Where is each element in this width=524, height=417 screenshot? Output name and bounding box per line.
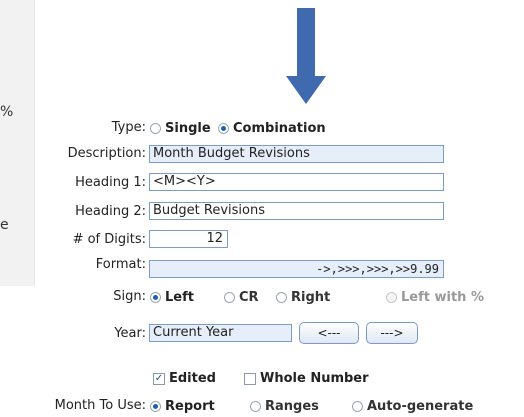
- type-label: Type:: [111, 120, 146, 135]
- description-label: Description:: [67, 146, 146, 161]
- year-label: Year:: [114, 326, 146, 341]
- month-report-label: Report: [165, 399, 215, 414]
- description-field[interactable]: Month Budget Revisions: [149, 145, 444, 163]
- heading2-input[interactable]: Budget Revisions: [149, 202, 444, 220]
- radio-selected-icon: [150, 292, 161, 303]
- edited-checkbox[interactable]: ✓ Edited: [153, 371, 216, 386]
- month-auto-generate-label: Auto-generate: [367, 399, 474, 414]
- format-field[interactable]: ->,>>>,>>>,>>9.99: [149, 260, 444, 278]
- radio-selected-icon: [150, 401, 161, 412]
- radio-icon: [352, 401, 363, 412]
- background-text-fragment: %: [0, 104, 14, 120]
- sign-cr-option[interactable]: CR: [224, 290, 259, 305]
- heading1-input[interactable]: <M><Y>: [149, 173, 444, 191]
- month-auto-generate-option[interactable]: Auto-generate: [352, 399, 473, 414]
- sign-left-with-percent-label: Left with %: [401, 290, 484, 305]
- month-report-option[interactable]: Report: [150, 399, 215, 414]
- radio-icon: [224, 292, 235, 303]
- sign-label: Sign:: [113, 289, 146, 304]
- sign-left-option[interactable]: Left: [150, 290, 194, 305]
- month-ranges-option[interactable]: Ranges: [250, 399, 319, 414]
- sign-left-with-percent-option[interactable]: Left with %: [386, 290, 484, 305]
- radio-disabled-icon: [386, 292, 397, 303]
- digits-input[interactable]: 12: [149, 230, 228, 248]
- checkbox-icon: [244, 372, 256, 385]
- whole-number-checkbox[interactable]: Whole Number: [244, 371, 369, 386]
- whole-number-label: Whole Number: [260, 371, 369, 386]
- month-ranges-label: Ranges: [265, 399, 319, 414]
- year-next-button[interactable]: --->: [366, 322, 418, 344]
- heading1-label: Heading 1:: [75, 175, 146, 190]
- month-to-use-label: Month To Use:: [54, 398, 146, 413]
- radio-selected-icon: [218, 123, 229, 134]
- down-arrow-icon: [286, 8, 326, 104]
- background-text-fragment: e: [0, 217, 9, 233]
- year-previous-button[interactable]: <---: [299, 322, 359, 344]
- checkbox-checked-icon: ✓: [153, 372, 165, 385]
- sign-right-label: Right: [291, 290, 331, 305]
- radio-icon: [276, 292, 287, 303]
- type-combination-label: Combination: [233, 121, 326, 136]
- sign-cr-label: CR: [239, 290, 259, 305]
- type-single-option[interactable]: Single: [150, 121, 211, 136]
- sign-left-label: Left: [165, 290, 194, 305]
- format-label: Format:: [95, 257, 146, 272]
- type-combination-option[interactable]: Combination: [218, 121, 326, 136]
- heading2-label: Heading 2:: [75, 204, 146, 219]
- radio-icon: [150, 123, 161, 134]
- type-single-label: Single: [165, 121, 211, 136]
- sign-right-option[interactable]: Right: [276, 290, 330, 305]
- year-field[interactable]: Current Year: [149, 324, 292, 342]
- digits-label: # of Digits:: [72, 232, 146, 247]
- radio-icon: [250, 401, 261, 412]
- edited-label: Edited: [169, 371, 216, 386]
